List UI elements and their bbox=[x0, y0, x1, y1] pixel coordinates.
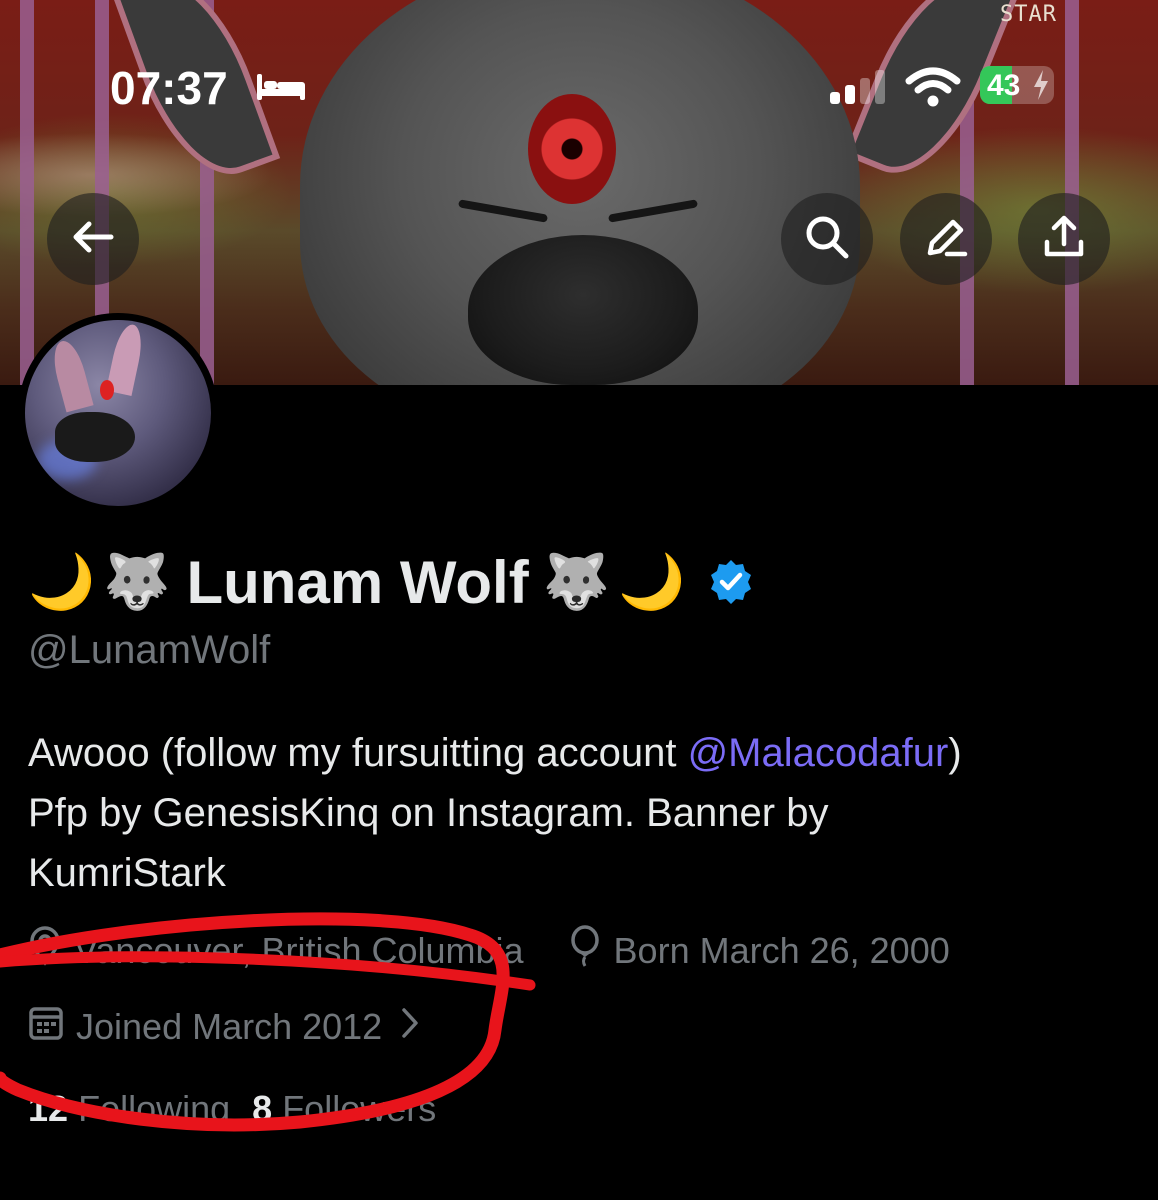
display-name: 🌙 🐺 Lunam Wolf 🐺 🌙 bbox=[28, 542, 755, 622]
banner-artist-signature: STAR bbox=[1000, 2, 1057, 27]
cellular-signal-icon bbox=[830, 70, 890, 109]
calendar-icon bbox=[28, 1003, 76, 1050]
bio-line: KumriStark bbox=[28, 851, 226, 895]
joined-text: Joined March 2012 bbox=[76, 1005, 383, 1047]
follow-stats: 12 Following 8 Followers bbox=[28, 1088, 436, 1130]
status-bar: 07:37 43 bbox=[0, 55, 1158, 125]
following-link[interactable]: 12 Following bbox=[28, 1088, 230, 1129]
following-count: 12 bbox=[28, 1088, 69, 1129]
profile-bio: Awooo (follow my fursuitting account @Ma… bbox=[28, 723, 1128, 903]
location-text: Vancouver, British Columbia bbox=[74, 929, 524, 971]
wolf-emoji: 🐺 bbox=[103, 550, 171, 613]
bio-line: Awooo (follow my fursuitting account @Ma… bbox=[28, 723, 1128, 783]
wifi-icon bbox=[905, 67, 961, 112]
profile-handle: @LunamWolf bbox=[28, 628, 271, 672]
chevron-right-icon bbox=[400, 1006, 432, 1048]
balloon-icon bbox=[568, 925, 614, 976]
following-label: Following bbox=[78, 1088, 231, 1129]
avatar-snout bbox=[55, 412, 135, 462]
battery-charging-icon bbox=[1032, 70, 1050, 105]
back-button[interactable] bbox=[47, 193, 139, 285]
birthday-text: Born March 26, 2000 bbox=[613, 929, 950, 971]
birthday-item: Born March 26, 2000 bbox=[568, 925, 950, 976]
profile-name: Lunam Wolf bbox=[186, 548, 529, 616]
location-pin-icon bbox=[28, 926, 74, 975]
bio-text: Awooo (follow my fursuitting account bbox=[28, 731, 688, 775]
followers-link[interactable]: 8 Followers bbox=[252, 1088, 436, 1129]
banner-muzzle bbox=[468, 235, 698, 385]
location-item: Vancouver, British Columbia bbox=[28, 926, 524, 975]
wolf-emoji: 🐺 bbox=[542, 550, 610, 613]
edit-profile-button[interactable] bbox=[900, 193, 992, 285]
avatar-image bbox=[25, 320, 211, 506]
profile-meta-row: Vancouver, British Columbia Born March 2… bbox=[28, 925, 950, 976]
verified-badge-icon[interactable] bbox=[707, 558, 755, 606]
avatar-ear bbox=[48, 337, 94, 413]
joined-row[interactable]: Joined March 2012 bbox=[28, 1003, 432, 1050]
edit-icon bbox=[923, 214, 969, 265]
search-button[interactable] bbox=[781, 193, 873, 285]
back-arrow-icon bbox=[71, 219, 115, 260]
mention-link[interactable]: @Malacodafur bbox=[688, 731, 949, 775]
crescent-moon-emoji: 🌙 bbox=[28, 550, 96, 613]
followers-count: 8 bbox=[252, 1088, 273, 1129]
share-button[interactable] bbox=[1018, 193, 1110, 285]
followers-label: Followers bbox=[282, 1088, 437, 1129]
bio-line: Pfp by GenesisKinq on Instagram. Banner … bbox=[28, 791, 829, 835]
bio-text: ) bbox=[948, 731, 962, 775]
battery-indicator: 43 bbox=[980, 66, 1054, 104]
avatar[interactable] bbox=[18, 313, 218, 513]
status-time: 07:37 bbox=[110, 62, 228, 114]
search-icon bbox=[804, 214, 850, 265]
battery-level: 43 bbox=[987, 69, 1021, 102]
crescent-moon-emoji: 🌙 bbox=[617, 550, 686, 613]
share-icon bbox=[1042, 214, 1086, 265]
sleep-focus-icon bbox=[255, 72, 307, 107]
joined-item[interactable]: Joined March 2012 bbox=[28, 1003, 432, 1050]
avatar-gem bbox=[100, 380, 114, 400]
